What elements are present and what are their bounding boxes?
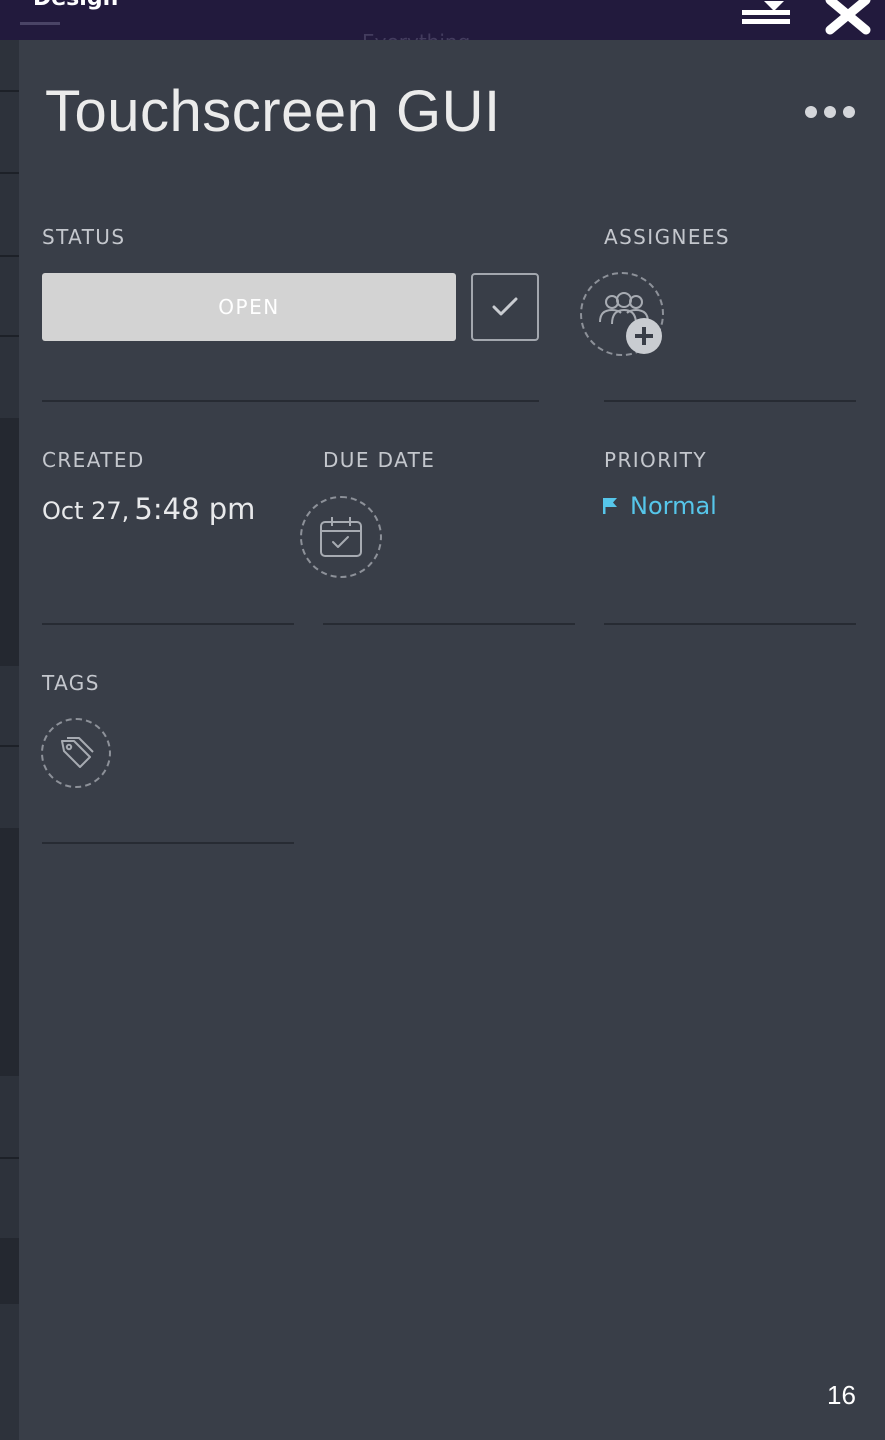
add-user-group-icon bbox=[599, 292, 662, 354]
tag-icon bbox=[61, 737, 94, 768]
priority-value: Normal bbox=[630, 492, 717, 520]
divider bbox=[42, 623, 294, 625]
calendar-check-icon bbox=[320, 517, 362, 557]
add-tag-button[interactable] bbox=[41, 718, 111, 788]
created-value: Oct 27, 5:48 pm bbox=[42, 492, 255, 526]
minimize-icon bbox=[742, 1, 790, 24]
created-date: Oct 27, bbox=[42, 497, 130, 525]
priority-label: PRIORITY bbox=[604, 448, 708, 472]
divider bbox=[604, 623, 856, 625]
top-bar: Design Everything bbox=[0, 0, 885, 40]
divider bbox=[604, 400, 856, 402]
app-title: Design bbox=[33, 0, 118, 11]
status-button[interactable]: OPEN bbox=[42, 273, 456, 341]
background-sidebar bbox=[0, 0, 19, 1440]
due-date-label: DUE DATE bbox=[323, 448, 436, 472]
menu-icon bbox=[20, 22, 60, 29]
priority-selector[interactable]: Normal bbox=[602, 492, 717, 520]
divider bbox=[42, 400, 539, 402]
background-tab-label: Everything bbox=[362, 30, 470, 40]
status-label: STATUS bbox=[42, 225, 126, 249]
divider bbox=[42, 842, 294, 844]
task-detail-panel: Touchscreen GUI STATUS OPEN ASSIGNEES CR… bbox=[19, 40, 885, 1440]
close-icon bbox=[825, 0, 871, 35]
close-button[interactable] bbox=[820, 0, 880, 36]
task-title[interactable]: Touchscreen GUI bbox=[45, 78, 501, 145]
flag-icon bbox=[603, 498, 617, 514]
tags-label: TAGS bbox=[42, 671, 100, 695]
screen: Design Everything Touchscreen GUI STATUS bbox=[0, 0, 885, 1440]
add-assignee-button[interactable] bbox=[580, 272, 664, 356]
minimize-button[interactable] bbox=[740, 0, 794, 30]
created-label: CREATED bbox=[42, 448, 145, 472]
more-icon-dot bbox=[843, 106, 855, 118]
mark-complete-button[interactable] bbox=[471, 273, 539, 341]
more-icon-dot bbox=[824, 106, 836, 118]
more-options-button[interactable] bbox=[805, 100, 855, 124]
created-time: 5:48 pm bbox=[134, 492, 256, 526]
more-icon bbox=[805, 106, 817, 118]
assignees-label: ASSIGNEES bbox=[604, 225, 730, 249]
set-due-date-button[interactable] bbox=[300, 496, 382, 578]
check-icon bbox=[492, 297, 518, 316]
divider bbox=[323, 623, 575, 625]
slide-page-number: 16 bbox=[827, 1380, 856, 1410]
